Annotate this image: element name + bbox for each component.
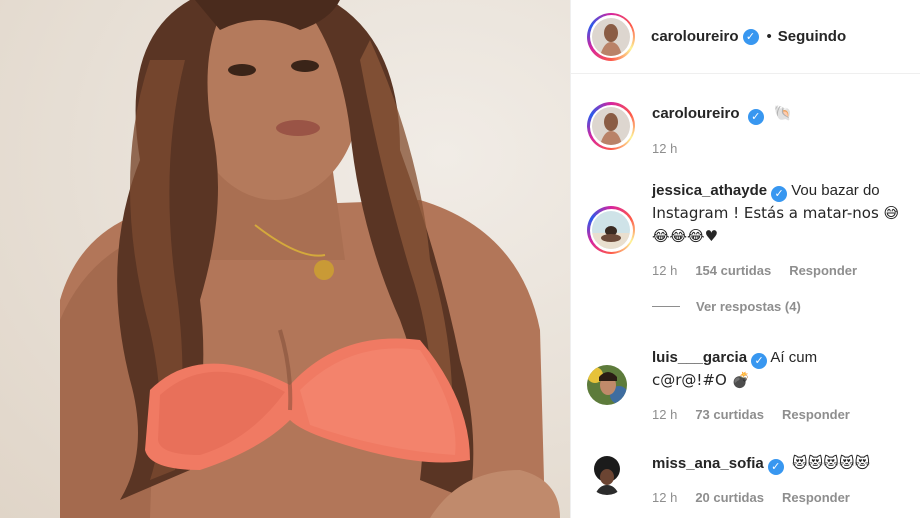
verified-badge-icon: ✓ [767,459,784,475]
comment-text-line1: 😻😻😻😻😻 [791,454,871,472]
comment-meta: 12 h 20 curtidas Responder [652,490,850,505]
comment-text-line1: Aí cum [770,349,818,366]
caption-avatar-story-ring[interactable] [587,102,635,150]
comment-likes[interactable]: 20 curtidas [695,490,764,505]
comment-row: jessica_athayde ✓ Vou bazar do Instagram … [571,178,920,288]
commenter-avatar [592,211,630,249]
comment-text-line1: Vou bazar do [791,182,880,199]
verified-badge-icon: ✓ [751,353,768,369]
caption-author-avatar [592,107,630,145]
caption-text: 🐚 [773,104,793,122]
reply-button[interactable]: Responder [789,263,857,278]
comment-text-line2: c@r@!#O 💣 [652,371,751,389]
post-photo[interactable] [0,0,570,518]
separator-dot: • [766,28,772,45]
reply-button[interactable]: Responder [782,490,850,505]
author-username[interactable]: caroloureiro [651,28,739,45]
view-replies-label: Ver respostas (4) [696,299,801,314]
post-header: caroloureiro ✓ • Seguindo [571,0,920,74]
comment-text-line3: 😂😂😂♥ [652,227,719,245]
comment-likes[interactable]: 154 curtidas [695,263,771,278]
commenter-avatar-story-ring[interactable] [587,206,635,254]
comment-text-line2: Instagram ! Estás a matar-nos 😅 [652,204,900,222]
following-button[interactable]: Seguindo [778,28,846,45]
comment-time[interactable]: 12 h [652,490,677,505]
author-avatar-story-ring[interactable] [587,12,635,61]
comment-likes[interactable]: 73 curtidas [695,407,764,422]
verified-badge-icon: ✓ [771,186,788,202]
verified-badge-icon: ✓ [747,109,764,125]
caption-row: caroloureiro ✓ 🐚 12 h [571,100,920,160]
post-photo-illustration [60,0,560,518]
caption-time[interactable]: 12 h [652,141,677,156]
comments-panel: caroloureiro ✓ • Seguindo caroloureiro ✓… [570,0,920,518]
view-replies-button[interactable]: Ver respostas (4) [652,299,801,314]
verified-badge-icon: ✓ [742,28,759,45]
commenter-avatar[interactable] [587,455,627,495]
reply-button[interactable]: Responder [782,407,850,422]
comment-meta: 12 h 154 curtidas Responder [652,263,857,278]
commenter-avatar[interactable] [587,365,627,405]
comment-row: luis___garcia ✓ Aí cum c@r@!#O 💣 12 h 73 … [571,347,920,427]
comment-row: miss_ana_sofia ✓ 😻😻😻😻😻 12 h 20 curtidas R… [571,450,920,518]
comment-time[interactable]: 12 h [652,263,677,278]
comment-time[interactable]: 12 h [652,407,677,422]
comment-username[interactable]: miss_ana_sofia [652,455,764,472]
caption-username[interactable]: caroloureiro [652,105,740,122]
comment-username[interactable]: luis___garcia [652,349,747,366]
author-avatar [592,17,630,56]
replies-divider [652,306,680,307]
comment-meta: 12 h 73 curtidas Responder [652,407,850,422]
caption-meta: 12 h [652,141,677,156]
comment-username[interactable]: jessica_athayde [652,182,767,199]
